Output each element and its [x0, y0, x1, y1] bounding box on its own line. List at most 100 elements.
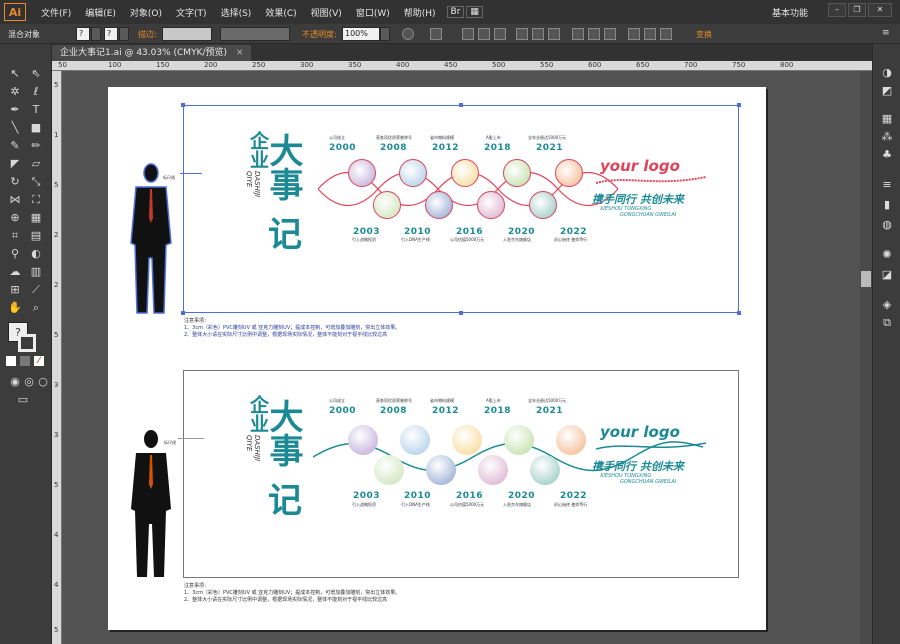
stroke-icon[interactable]: ≡	[879, 178, 895, 192]
symbols-icon[interactable]: ♣	[879, 148, 895, 162]
color-mode-icon[interactable]	[6, 356, 16, 366]
close-tab-icon[interactable]: ×	[236, 48, 244, 58]
artboard[interactable]: 标尺线 企业 QIYE DASHIJI 大事 记 公司成立 2000 获各项优质…	[108, 87, 766, 630]
timeline-node[interactable]	[529, 191, 557, 219]
opacity-label[interactable]: 不透明度:	[302, 29, 337, 40]
document-tab[interactable]: 企业大事记1.ai @ 43.03% (CMYK/预览) ×	[52, 45, 252, 61]
restore-button[interactable]: ❐	[848, 3, 866, 17]
close-button[interactable]: ✕	[868, 3, 892, 17]
rectangle-icon[interactable]: ■	[27, 120, 45, 136]
menu-file[interactable]: 文件(F)	[34, 6, 78, 19]
selection-handle[interactable]	[459, 311, 463, 315]
timeline-node[interactable]	[452, 425, 482, 455]
opacity-input[interactable]: 100%	[342, 27, 380, 41]
timeline-node[interactable]	[348, 425, 378, 455]
timeline-node[interactable]	[555, 159, 583, 187]
menu-effect[interactable]: 效果(C)	[258, 6, 303, 19]
horizontal-ruler[interactable]: 50 100 150 200 250 300 350 400 450 500 5…	[52, 61, 872, 71]
none-mode-icon[interactable]: ⁄	[34, 356, 44, 366]
artboards-icon[interactable]: ⧉	[879, 316, 895, 330]
timeline-node[interactable]	[503, 159, 531, 187]
graphic-styles-icon[interactable]: ◪	[879, 268, 895, 282]
menu-window[interactable]: 窗口(W)	[349, 6, 397, 19]
distribute-middle-icon[interactable]	[588, 28, 600, 40]
draw-inside-icon[interactable]: ○	[34, 374, 52, 390]
scrollbar-thumb[interactable]	[861, 271, 871, 287]
minimize-button[interactable]: –	[828, 3, 846, 17]
width-icon[interactable]: ⋈	[6, 192, 24, 208]
zoom-icon[interactable]: ⌕	[27, 300, 45, 316]
stroke-label[interactable]: 描边:	[138, 29, 157, 40]
blob-brush-icon[interactable]: ◤	[6, 156, 24, 172]
timeline-node[interactable]	[400, 425, 430, 455]
rotate-icon[interactable]: ↻	[6, 174, 24, 190]
selection-handle[interactable]	[737, 103, 741, 107]
menu-help[interactable]: 帮助(H)	[397, 6, 443, 19]
timeline-node[interactable]	[374, 455, 404, 485]
timeline-node[interactable]	[478, 455, 508, 485]
selection-handle[interactable]	[181, 103, 185, 107]
distribute-top-icon[interactable]	[572, 28, 584, 40]
transparency-icon[interactable]: ◍	[879, 218, 895, 232]
man-silhouette[interactable]	[128, 429, 174, 579]
transform-link[interactable]: 变换	[696, 29, 712, 40]
fill-dropdown[interactable]	[91, 27, 101, 41]
gradient-panel-icon[interactable]: ▮	[879, 198, 895, 212]
variable-width-profile[interactable]	[220, 27, 290, 41]
menu-select[interactable]: 选择(S)	[214, 6, 259, 19]
selection-handle[interactable]	[459, 103, 463, 107]
timeline-node[interactable]	[504, 425, 534, 455]
timeline-node[interactable]	[373, 191, 401, 219]
type-icon[interactable]: T	[27, 102, 45, 118]
column-graph-icon[interactable]: ▥	[27, 264, 45, 280]
distribute-bottom-icon[interactable]	[604, 28, 616, 40]
gradient-mode-icon[interactable]	[20, 356, 30, 366]
magic-wand-icon[interactable]: ✲	[6, 84, 24, 100]
hand-icon[interactable]: ✋	[6, 300, 24, 316]
menu-edit[interactable]: 编辑(E)	[78, 6, 123, 19]
align-right-icon[interactable]	[494, 28, 506, 40]
perspective-grid-icon[interactable]: ▦	[27, 210, 45, 226]
menu-type[interactable]: 文字(T)	[169, 6, 214, 19]
eraser-icon[interactable]: ▱	[27, 156, 45, 172]
bridge-icon[interactable]: Br	[446, 6, 465, 18]
color-panel-icon[interactable]: ◑	[879, 66, 895, 80]
stroke-dropdown[interactable]	[119, 27, 129, 41]
direct-selection-icon[interactable]: ⇖	[27, 66, 45, 82]
timeline-node[interactable]	[426, 455, 456, 485]
gradient-icon[interactable]: ▤	[27, 228, 45, 244]
appearance-icon[interactable]: ✺	[879, 248, 895, 262]
align-top-icon[interactable]	[516, 28, 528, 40]
stroke-swatch[interactable]: ?	[104, 27, 118, 41]
scale-icon[interactable]: ⤡	[27, 174, 45, 190]
timeline-node[interactable]	[425, 191, 453, 219]
slice-icon[interactable]: ⟋	[27, 282, 45, 298]
paintbrush-icon[interactable]: ✎	[6, 138, 24, 154]
pencil-icon[interactable]: ✏	[27, 138, 45, 154]
menu-object[interactable]: 对象(O)	[123, 6, 169, 19]
artboard-icon[interactable]: ⊞	[6, 282, 24, 298]
mesh-icon[interactable]: ⌗	[6, 228, 24, 244]
timeline-node[interactable]	[477, 191, 505, 219]
align-left-icon[interactable]	[462, 28, 474, 40]
blend-icon[interactable]: ◐	[27, 246, 45, 262]
timeline-node[interactable]	[556, 425, 586, 455]
align-bottom-icon[interactable]	[548, 28, 560, 40]
swatches-icon[interactable]: ▦	[879, 112, 895, 126]
man-silhouette-selected[interactable]	[126, 163, 176, 318]
workspace-switcher[interactable]: 基本功能	[772, 6, 808, 19]
panel-menu-icon[interactable]: ≡	[882, 28, 894, 40]
timeline-node[interactable]	[451, 159, 479, 187]
lasso-icon[interactable]: ℓ	[27, 84, 45, 100]
shape-builder-icon[interactable]: ⊕	[6, 210, 24, 226]
distribute-right-icon[interactable]	[660, 28, 672, 40]
stroke-weight-input[interactable]	[162, 27, 212, 41]
pen-icon[interactable]: ✒	[6, 102, 24, 118]
timeline-node[interactable]	[399, 159, 427, 187]
fill-swatch[interactable]: ?	[76, 27, 90, 41]
brushes-icon[interactable]: ⁂	[879, 130, 895, 144]
vertical-scrollbar[interactable]	[860, 71, 872, 644]
stroke-color-icon[interactable]	[18, 334, 36, 352]
free-transform-icon[interactable]: ⛶	[27, 192, 45, 208]
align-middle-icon[interactable]	[532, 28, 544, 40]
